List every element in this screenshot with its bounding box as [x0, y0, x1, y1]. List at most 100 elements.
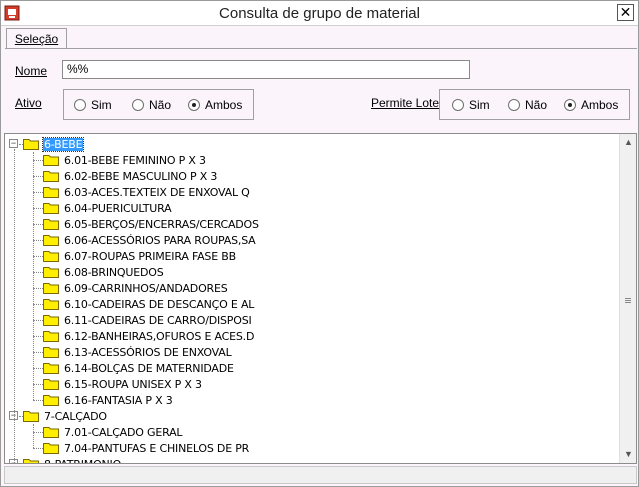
tree-item-node[interactable]: 6.11-CADEIRAS DE CARRO/DISPOSI: [43, 312, 253, 328]
tree-expander-icon[interactable]: −: [9, 139, 18, 148]
vertical-scrollbar[interactable]: ▲ ▼: [619, 134, 636, 463]
folder-icon: [43, 379, 59, 390]
tree-item-node[interactable]: 6.08-BRINQUEDOS: [43, 264, 165, 280]
tree-item-node[interactable]: 6.12-BANHEIRAS,OFUROS E ACES.D: [43, 328, 255, 344]
title-bar[interactable]: Consulta de grupo de material ✕: [1, 1, 638, 26]
tab-selecao[interactable]: Seleção: [6, 28, 67, 49]
tree-item-node[interactable]: 6.07-ROUPAS PRIMEIRA FASE BB: [43, 248, 237, 264]
app-window: Consulta de grupo de material ✕ Seleção …: [0, 0, 639, 487]
tree-node-label: 6.07-ROUPAS PRIMEIRA FASE BB: [64, 249, 236, 263]
tree-node-label: 6.14-BOLÇAS DE MATERNIDADE: [64, 361, 234, 375]
radio-circle: [74, 99, 86, 111]
nome-label: Nome: [15, 64, 48, 78]
radio-label: Ambos: [205, 98, 243, 112]
lote-sim-radio[interactable]: Sim: [452, 97, 490, 113]
tree-connector: [33, 304, 43, 305]
scroll-down-icon[interactable]: ▼: [620, 446, 636, 463]
tree-connector: [33, 240, 43, 241]
folder-icon: [43, 283, 59, 294]
tree-node-label: 7.04-PANTUFAS E CHINELOS DE PR: [64, 441, 250, 455]
radio-circle: [508, 99, 520, 111]
radio-circle: [132, 99, 144, 111]
tree-item-node[interactable]: 6.03-ACES.TEXTEIX DE ENXOVAL Q: [43, 184, 251, 200]
tree-connector: [33, 336, 43, 337]
tree-node-label: 6.15-ROUPA UNISEX P X 3: [64, 377, 202, 391]
scroll-up-icon[interactable]: ▲: [620, 134, 636, 151]
tree-item-node[interactable]: 6.15-ROUPA UNISEX P X 3: [43, 376, 203, 392]
tree-item-node[interactable]: 6.06-ACESSÓRIOS PARA ROUPAS,SA: [43, 232, 257, 248]
tree-item-node[interactable]: 6.14-BOLÇAS DE MATERNIDADE: [43, 360, 235, 376]
thumb-grip: [625, 298, 631, 299]
tree-connector: [33, 320, 43, 321]
tree-node-label: 6-BEBE: [41, 136, 85, 152]
tree-item-node[interactable]: 6.10-CADEIRAS DE DESCANÇO E AL: [43, 296, 255, 312]
tree-node-label: 6.05-BERÇOS/ENCERRAS/CERCADOS: [64, 217, 259, 231]
tree-group-node[interactable]: 6-BEBE: [23, 136, 85, 152]
tree-item-node[interactable]: 6.02-BEBE MASCULINO P X 3: [43, 168, 218, 184]
tree-item-node[interactable]: 7.04-PANTUFAS E CHINELOS DE PR: [43, 440, 250, 456]
ativo-sim-radio[interactable]: Sim: [74, 97, 112, 113]
ativo-nao-radio[interactable]: Não: [132, 97, 171, 113]
tree-item-node[interactable]: 6.04-PUERICULTURA: [43, 200, 172, 216]
folder-icon: [43, 427, 59, 438]
radio-label: Sim: [91, 98, 112, 112]
tree-node-label: 6.06-ACESSÓRIOS PARA ROUPAS,SA: [64, 233, 256, 247]
group-tree[interactable]: − 6-BEBE 6.01-BEBE FEMININO P X 3 6.02-BEBE…: [4, 133, 637, 464]
folder-icon: [43, 267, 59, 278]
tree-group-node[interactable]: 8-PATRIMONIO: [23, 456, 122, 463]
tree-item-node[interactable]: 6.09-CARRINHOS/ANDADORES: [43, 280, 229, 296]
tree-connector: [33, 160, 43, 161]
tree-item-node[interactable]: 7.01-CALÇADO GERAL: [43, 424, 183, 440]
ativo-ambos-radio[interactable]: Ambos: [188, 97, 242, 113]
tree-item-node[interactable]: 6.05-BERÇOS/ENCERRAS/CERCADOS: [43, 216, 260, 232]
folder-icon: [43, 363, 59, 374]
tree-item-node[interactable]: 6.13-ACESSÓRIOS DE ENXOVAL: [43, 344, 233, 360]
folder-icon: [43, 203, 59, 214]
folder-icon: [43, 395, 59, 406]
tree-connector: [33, 208, 43, 209]
tree-node-label: 8-PATRIMONIO: [43, 458, 122, 464]
folder-icon: [43, 347, 59, 358]
thumb-grip: [625, 302, 631, 303]
folder-icon: [43, 187, 59, 198]
folder-icon: [43, 315, 59, 326]
lote-ambos-radio[interactable]: Ambos: [564, 97, 618, 113]
folder-icon: [43, 235, 59, 246]
radio-circle: [188, 99, 200, 111]
tree-node-label: 6.04-PUERICULTURA: [64, 201, 172, 215]
scroll-thumb[interactable]: [622, 151, 634, 446]
folder-icon: [23, 459, 39, 463]
radio-circle: [564, 99, 576, 111]
close-icon[interactable]: ✕: [617, 4, 634, 21]
tree-connector: [33, 368, 43, 369]
tree-connector: [33, 192, 43, 193]
tree-item-node[interactable]: 6.16-FANTASIA P X 3: [43, 392, 174, 408]
tree-group-node[interactable]: 7-CALÇADO: [23, 408, 108, 424]
tree-node-label: 6.12-BANHEIRAS,OFUROS E ACES.D: [64, 329, 255, 343]
lote-nao-radio[interactable]: Não: [508, 97, 547, 113]
tree-connector: [33, 224, 43, 225]
tree-node-label: 6.09-CARRINHOS/ANDADORES: [64, 281, 228, 295]
tree-node-label: 6.11-CADEIRAS DE CARRO/DISPOSI: [64, 313, 252, 327]
folder-icon: [43, 251, 59, 262]
tree-node-label: 6.03-ACES.TEXTEIX DE ENXOVAL Q: [64, 185, 250, 199]
tree-connector: [33, 176, 43, 177]
radio-label: Não: [525, 98, 548, 112]
permite-lote-group: Sim Não Ambos: [439, 89, 630, 120]
tree-connector: [14, 149, 15, 463]
tree-connector: [33, 448, 43, 449]
radio-circle: [452, 99, 464, 111]
ativo-label: Ativo: [15, 96, 42, 110]
radio-label: Ambos: [581, 98, 619, 112]
tree-connector: [33, 272, 43, 273]
thumb-grip: [625, 300, 631, 301]
tree-connector: [33, 384, 43, 385]
tab-label: Seleção: [14, 32, 59, 46]
folder-icon: [43, 155, 59, 166]
tree-node-label: 6.10-CADEIRAS DE DESCANÇO E AL: [64, 297, 255, 311]
tree-node-label: 7.01-CALÇADO GERAL: [64, 425, 183, 439]
window-title: Consulta de grupo de material: [219, 5, 420, 22]
tree-item-node[interactable]: 6.01-BEBE FEMININO P X 3: [43, 152, 207, 168]
nome-input[interactable]: %%: [62, 60, 470, 79]
folder-icon: [43, 331, 59, 342]
